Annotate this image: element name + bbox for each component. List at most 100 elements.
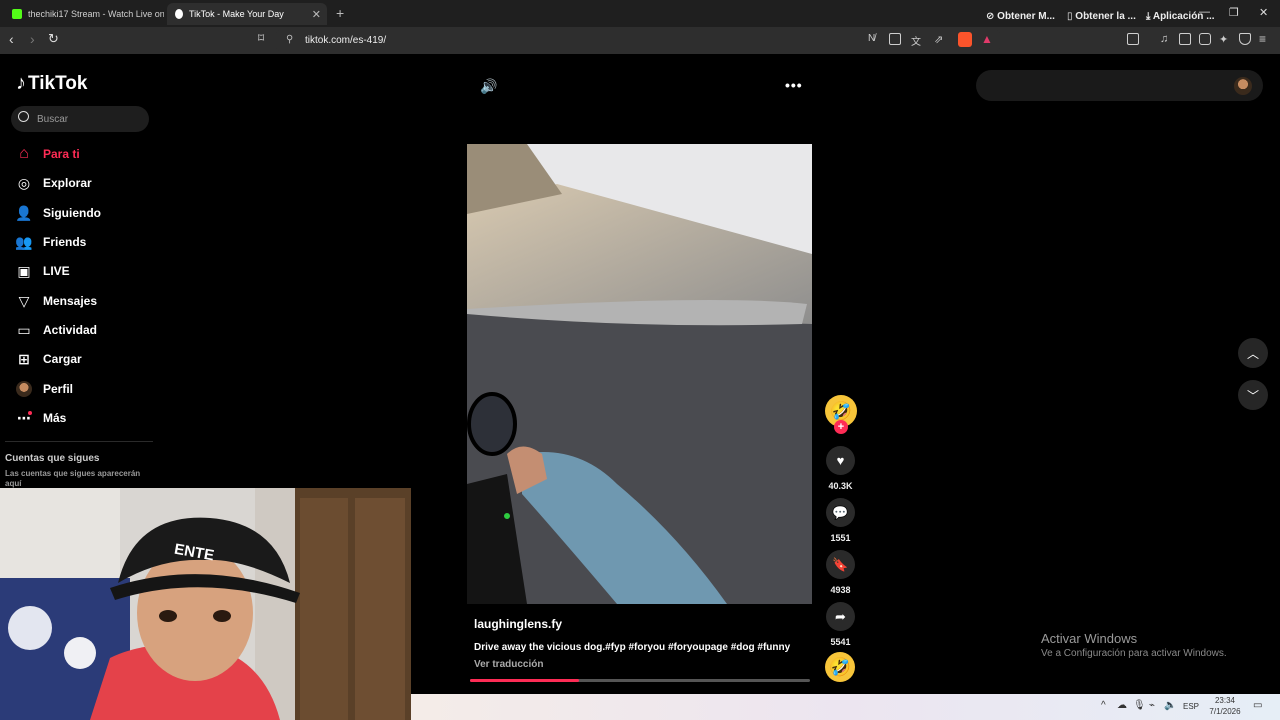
friends-icon: 👥 [15,233,33,250]
tab-kick-stream[interactable]: thechiki17 Stream - Watch Live on Ki [4,3,164,25]
sidebar-item-actividad[interactable]: ▭ Actividad [15,319,97,341]
sidebar-item-label: Cargar [43,352,82,366]
upload-icon: ⊞ [18,350,30,367]
menu-icon[interactable]: ≡ [1259,32,1271,46]
sidebar-item-friends[interactable]: 👥 Friends [15,231,86,253]
desktop-app-button[interactable]: ⤓ Aplicación ... [1146,11,1215,22]
sidebar-divider [5,441,153,442]
sidebar-item-mensajes[interactable]: ▽ Mensajes [15,290,97,312]
next-video-button[interactable]: ﹀ [1238,380,1268,410]
more-options-icon[interactable]: ••• [785,77,803,93]
media-icon[interactable]: ♫ [1160,33,1172,45]
sidebar-item-explorar[interactable]: ◎ Explorar [15,172,92,194]
tab-title: thechiki17 Stream - Watch Live on Ki [28,9,164,19]
phone-icon: ▯ [1067,11,1073,22]
sidebar-item-label: Explorar [43,176,92,190]
sidebar-item-cargar[interactable]: ⊞ Cargar [15,348,82,370]
comment-button[interactable]: 💬 [826,498,855,527]
browser-toolbar: ‹ › ↻ ⌑ ⚲ tiktok.com/es-419/ ▲ [0,27,1280,54]
share-icon[interactable]: ⇗ [934,33,946,46]
reload-button[interactable]: ↻ [48,31,59,47]
restore-icon[interactable]: ❐ [1229,6,1239,19]
brave-shield-icon[interactable] [958,32,972,47]
screenshot-icon[interactable] [1127,33,1139,45]
tiktok-note-icon: ♪ [16,72,26,94]
see-translation-link[interactable]: Ver traducción [474,659,543,670]
sidebar-item-live[interactable]: ▣ LIVE [15,260,70,282]
sidebar-item-perfil[interactable]: Perfil [15,378,73,400]
previous-video-button[interactable]: ︿ [1238,338,1268,368]
webcam-image: ENTE [0,488,411,720]
tiktok-favicon-icon [175,9,183,19]
top-right-actions [976,70,1263,101]
wallet-icon[interactable] [1199,33,1211,45]
notifications-icon[interactable]: ▭ [1253,700,1262,711]
microphone-icon[interactable]: 🎙 [1133,700,1146,711]
music-disc[interactable]: 🤣 [825,652,855,682]
video-player[interactable] [467,144,812,604]
share-arrow-icon: ➦ [835,608,846,624]
activate-windows-title: Activar Windows [1041,631,1138,646]
search-placeholder: Buscar [37,114,69,125]
translate-icon[interactable]: 文 [911,33,923,48]
close-tab-icon[interactable]: ✕ [312,8,321,21]
following-accounts-desc: Las cuentas que sigues aparecerán aquí [5,469,141,488]
close-icon[interactable]: ✕ [1259,6,1268,19]
volume-icon[interactable]: 🔊 [480,78,497,95]
language-indicator[interactable]: ESP [1183,702,1199,711]
sidebar-item-siguiendo[interactable]: 👤 Siguiendo [15,202,101,224]
sidebar-item-para-ti[interactable]: ⌂ Para ti [15,143,80,165]
new-tab-button[interactable]: + [336,5,344,21]
like-button[interactable]: ♥ [826,446,855,475]
translate-off-icon[interactable]: N̸ [868,33,880,45]
tray-chevron-icon[interactable]: ^ [1101,700,1106,711]
user-avatar[interactable] [1234,77,1252,95]
tiktok-logo[interactable]: ♪ TikTok [16,72,87,95]
activity-icon: ▭ [17,321,31,338]
sidebar-item-mas[interactable]: ⋯ Más [15,407,66,429]
bookmark-icon[interactable]: ⌑ [258,31,264,45]
sidebar-item-label: LIVE [43,264,70,278]
compass-icon: ◎ [17,174,31,191]
cloud-icon[interactable]: ☁ [1117,700,1127,711]
get-coins-button[interactable]: ⊘ Obtener M... [986,11,1055,22]
video-author[interactable]: laughinglens.fy [474,617,562,631]
search-input[interactable]: Buscar [11,106,149,132]
get-app-button[interactable]: ▯ Obtener la ... [1067,11,1136,22]
forward-button[interactable]: › [30,31,35,47]
network-icon[interactable]: ⌁ [1149,700,1155,711]
save-button[interactable]: 🔖 [826,550,855,579]
chevron-up-icon: ︿ [1246,346,1259,361]
download-icon: ⤓ [1146,11,1151,22]
home-icon: ⌂ [19,145,29,162]
cast-icon[interactable] [889,33,901,45]
kick-favicon-icon [12,9,22,19]
url-text: tiktok.com/es-419/ [305,35,387,46]
sidebar-item-label: Mensajes [43,294,98,308]
video-progress-fill [470,679,579,682]
back-button[interactable]: ‹ [9,31,14,47]
tab-tiktok[interactable]: TikTok - Make Your Day ✕ [167,3,327,25]
brave-rewards-icon[interactable]: ▲ [981,32,993,46]
sidebar-item-label: Actividad [43,323,98,337]
video-caption: Drive away the vicious dog.#fyp #foryou … [474,642,791,653]
live-icon: ▣ [17,262,31,279]
share-button[interactable]: ➦ [826,602,855,631]
site-info-icon[interactable]: ⚲ [286,34,293,45]
sidebar-item-label: Siguiendo [43,206,101,220]
logo-text: TikTok [28,72,88,94]
clock-date[interactable]: 7/1/2026 [1205,707,1245,716]
desktop-app-label: Aplicación ... [1152,11,1215,22]
clock-time[interactable]: 23:34 [1207,696,1243,705]
sidebar-item-label: Más [43,411,67,425]
speaker-icon[interactable]: 🔈 [1164,700,1176,711]
more-icon: ⋯ [17,409,32,426]
sidebar-icon[interactable] [1179,33,1191,45]
video-progress-bar[interactable] [470,679,810,682]
sidebar-item-label: Para ti [43,147,80,161]
leo-ai-icon[interactable]: ✦ [1219,33,1231,46]
search-icon [18,111,29,122]
follow-plus-icon[interactable]: + [834,420,848,434]
vpn-shield-icon[interactable] [1239,33,1251,45]
like-count: 40.3K [828,481,853,491]
